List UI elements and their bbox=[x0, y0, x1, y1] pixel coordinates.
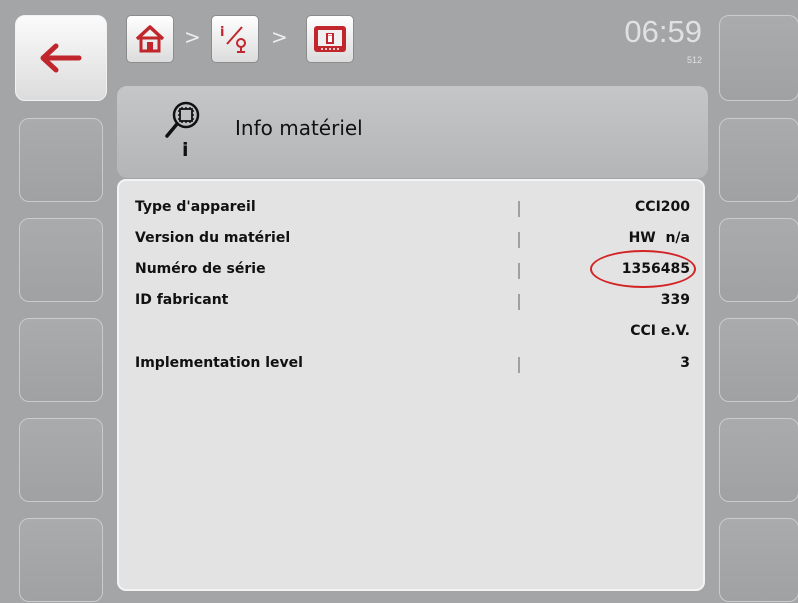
svg-text:i: i bbox=[220, 25, 224, 40]
softkey-left-4[interactable] bbox=[19, 318, 103, 402]
softkey-right-6[interactable] bbox=[719, 518, 798, 602]
clock-time: 06:59 bbox=[624, 14, 702, 49]
softkey-left-5[interactable] bbox=[19, 418, 103, 502]
breadcrumb-separator: > bbox=[271, 25, 288, 49]
info-row-implementation-level: Implementation level 3 bbox=[135, 355, 690, 377]
softkey-right-5[interactable] bbox=[719, 418, 798, 502]
info-row-device-type: Type d'appareil CCI200 bbox=[135, 199, 690, 221]
row-value: 339 bbox=[660, 292, 690, 308]
softkey-right-3[interactable] bbox=[719, 218, 798, 302]
info-row-manufacturer-name: CCI e.V. bbox=[135, 323, 690, 345]
row-value: CCI e.V. bbox=[630, 323, 690, 339]
breadcrumb-service[interactable]: i bbox=[211, 15, 259, 63]
serial-number-highlight bbox=[590, 250, 696, 288]
row-separator bbox=[518, 294, 520, 310]
svg-text:i: i bbox=[182, 139, 189, 160]
breadcrumb-separator: > bbox=[184, 25, 201, 49]
breadcrumb-home[interactable] bbox=[126, 15, 174, 63]
row-value: CCI200 bbox=[635, 199, 690, 215]
back-button[interactable] bbox=[15, 15, 107, 101]
info-row-manufacturer-id: ID fabricant 339 bbox=[135, 292, 690, 314]
row-label: Type d'appareil bbox=[135, 199, 256, 215]
page-title: Info matériel bbox=[235, 116, 363, 140]
row-separator bbox=[518, 201, 520, 217]
breadcrumb-terminal-info[interactable] bbox=[306, 15, 354, 63]
row-value: 3 bbox=[680, 355, 690, 371]
row-label: ID fabricant bbox=[135, 292, 229, 308]
row-separator bbox=[518, 263, 520, 279]
hardware-info-icon: i bbox=[165, 101, 200, 160]
row-label: Implementation level bbox=[135, 355, 303, 371]
softkey-right-1[interactable] bbox=[719, 15, 798, 101]
header-panel bbox=[117, 86, 708, 178]
softkey-left-2[interactable] bbox=[19, 118, 103, 202]
softkey-left-3[interactable] bbox=[19, 218, 103, 302]
info-settings-icon: i bbox=[220, 25, 246, 53]
arrow-left-icon bbox=[40, 43, 82, 73]
info-row-hardware-version: Version du matériel HW n/a bbox=[135, 230, 690, 252]
softkey-right-2[interactable] bbox=[719, 118, 798, 202]
row-label: Numéro de série bbox=[135, 261, 266, 277]
softkey-right-4[interactable] bbox=[719, 318, 798, 402]
terminal-info-icon bbox=[314, 26, 346, 52]
row-separator bbox=[518, 232, 520, 248]
softkey-left-6[interactable] bbox=[19, 518, 103, 602]
row-value: HW n/a bbox=[628, 230, 690, 246]
home-icon bbox=[135, 25, 165, 53]
row-separator bbox=[518, 357, 520, 373]
clock-subtext: 512 bbox=[686, 55, 702, 65]
row-label: Version du matériel bbox=[135, 230, 291, 246]
